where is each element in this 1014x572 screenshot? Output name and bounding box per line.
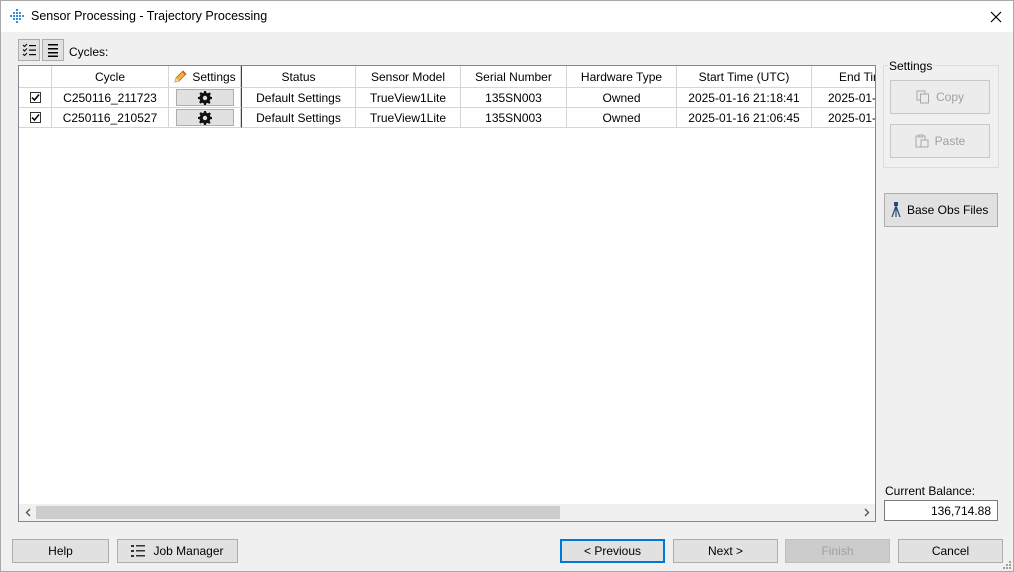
cell-hardware-type: Owned	[567, 88, 677, 108]
cell-start-time: 2025-01-16 21:06:45	[677, 108, 812, 128]
main-window: Sensor Processing - Trajectory Processin…	[0, 0, 1014, 572]
window-title: Sensor Processing - Trajectory Processin…	[31, 9, 268, 23]
chevron-right-icon	[864, 508, 869, 517]
cell-start-time: 2025-01-16 21:18:41	[677, 88, 812, 108]
cancel-button[interactable]: Cancel	[898, 539, 1003, 563]
column-header-status[interactable]: Status	[241, 66, 356, 88]
cell-serial-number: 135SN003	[461, 88, 567, 108]
column-header-end-time[interactable]: End Tir	[812, 66, 875, 88]
gear-icon	[197, 110, 212, 125]
table-header: Cycle Settings Status Sensor Model Seria…	[19, 66, 875, 88]
column-header-hardware-type[interactable]: Hardware Type	[567, 66, 677, 88]
paste-button[interactable]: Paste	[890, 124, 990, 158]
title-bar: Sensor Processing - Trajectory Processin…	[1, 1, 1013, 32]
cell-sensor-model: TrueView1Lite	[356, 108, 461, 128]
close-icon	[990, 11, 1002, 22]
scroll-left-button[interactable]	[19, 504, 36, 521]
row-checkbox-cell	[19, 108, 52, 128]
column-header-sensor-model[interactable]: Sensor Model	[356, 66, 461, 88]
current-balance-label: Current Balance:	[885, 484, 976, 498]
cell-status: Default Settings	[241, 108, 356, 128]
help-button[interactable]: Help	[12, 539, 109, 563]
row-checkbox-cell	[19, 88, 52, 108]
resize-grip-icon[interactable]	[1001, 559, 1011, 569]
current-balance-field: 136,714.88	[884, 500, 998, 521]
scroll-right-button[interactable]	[858, 504, 875, 521]
cell-cycle: C250116_211723	[52, 88, 169, 108]
cell-sensor-model: TrueView1Lite	[356, 88, 461, 108]
cell-end-time: 2025-01-	[812, 88, 875, 108]
close-button[interactable]	[979, 1, 1013, 32]
copy-button[interactable]: Copy	[890, 80, 990, 114]
list-icon	[131, 545, 146, 557]
cell-cycle: C250116_210527	[52, 108, 169, 128]
row-settings-button[interactable]	[175, 109, 234, 126]
base-obs-files-button[interactable]: Base Obs Files	[884, 193, 998, 227]
cell-settings	[169, 88, 241, 108]
column-header-start-time[interactable]: Start Time (UTC)	[677, 66, 812, 88]
paste-icon	[915, 134, 929, 148]
base-obs-files-label: Base Obs Files	[907, 203, 989, 217]
column-header-cycle[interactable]: Cycle	[52, 66, 169, 88]
cell-hardware-type: Owned	[567, 108, 677, 128]
row-settings-button[interactable]	[175, 89, 234, 106]
cell-serial-number: 135SN003	[461, 108, 567, 128]
cell-end-time: 2025-01-	[812, 108, 875, 128]
job-manager-label: Job Manager	[153, 544, 224, 558]
table-row[interactable]: C250116_210527 Default Settings TrueView…	[19, 108, 875, 128]
column-header-select[interactable]	[19, 66, 52, 88]
list-view-button[interactable]	[42, 39, 64, 61]
column-header-settings[interactable]: Settings	[169, 66, 241, 88]
gear-icon	[197, 90, 212, 105]
app-icon	[10, 9, 24, 23]
tripod-icon	[891, 202, 901, 218]
cell-status: Default Settings	[241, 88, 356, 108]
checkmark-icon	[30, 94, 40, 102]
list-icon	[48, 44, 58, 57]
copy-label: Copy	[935, 90, 964, 104]
next-button[interactable]: Next >	[673, 539, 778, 563]
previous-button[interactable]: < Previous	[560, 539, 665, 563]
checklist-icon	[22, 43, 36, 57]
paste-label: Paste	[934, 134, 966, 148]
cell-settings	[169, 108, 241, 128]
row-checkbox[interactable]	[29, 112, 41, 123]
settings-group-title: Settings	[888, 59, 934, 73]
column-header-settings-label: Settings	[192, 69, 236, 84]
scrollbar-thumb[interactable]	[36, 506, 560, 519]
pencil-icon	[174, 70, 187, 83]
copy-icon	[916, 90, 929, 104]
row-checkbox[interactable]	[29, 92, 41, 103]
cycles-label: Cycles:	[69, 45, 109, 59]
job-manager-button[interactable]: Job Manager	[117, 539, 238, 563]
chevron-left-icon	[25, 508, 30, 517]
checklist-view-button[interactable]	[18, 39, 40, 61]
cycles-table: Cycle Settings Status Sensor Model Seria…	[18, 65, 876, 522]
checkmark-icon	[30, 114, 40, 122]
finish-button[interactable]: Finish	[785, 539, 890, 563]
table-row[interactable]: C250116_211723 Default Settings TrueView…	[19, 88, 875, 108]
column-header-serial-number[interactable]: Serial Number	[461, 66, 567, 88]
horizontal-scrollbar[interactable]	[19, 504, 875, 521]
